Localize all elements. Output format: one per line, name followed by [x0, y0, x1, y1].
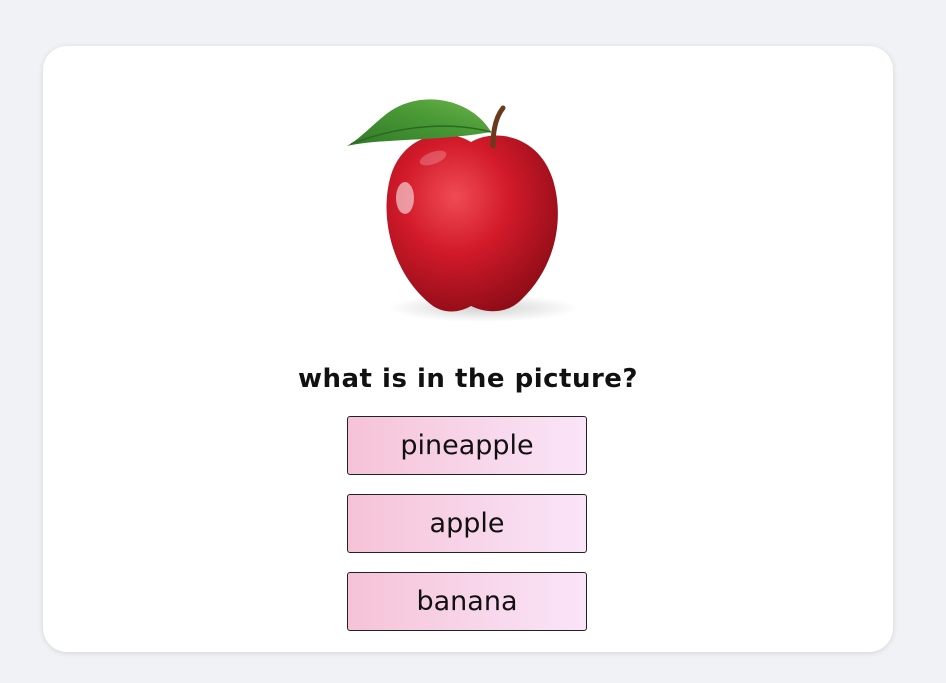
quiz-card: what is in the picture? pineapple apple … — [43, 46, 893, 652]
apple-image — [343, 80, 593, 326]
option-banana-button[interactable]: banana — [347, 572, 587, 631]
option-apple-button[interactable]: apple — [347, 494, 587, 553]
question-text: what is in the picture? — [297, 364, 638, 394]
option-pineapple-button[interactable]: pineapple — [347, 416, 587, 475]
answer-options: pineapple apple banana — [347, 416, 589, 650]
apple-icon — [347, 99, 578, 322]
